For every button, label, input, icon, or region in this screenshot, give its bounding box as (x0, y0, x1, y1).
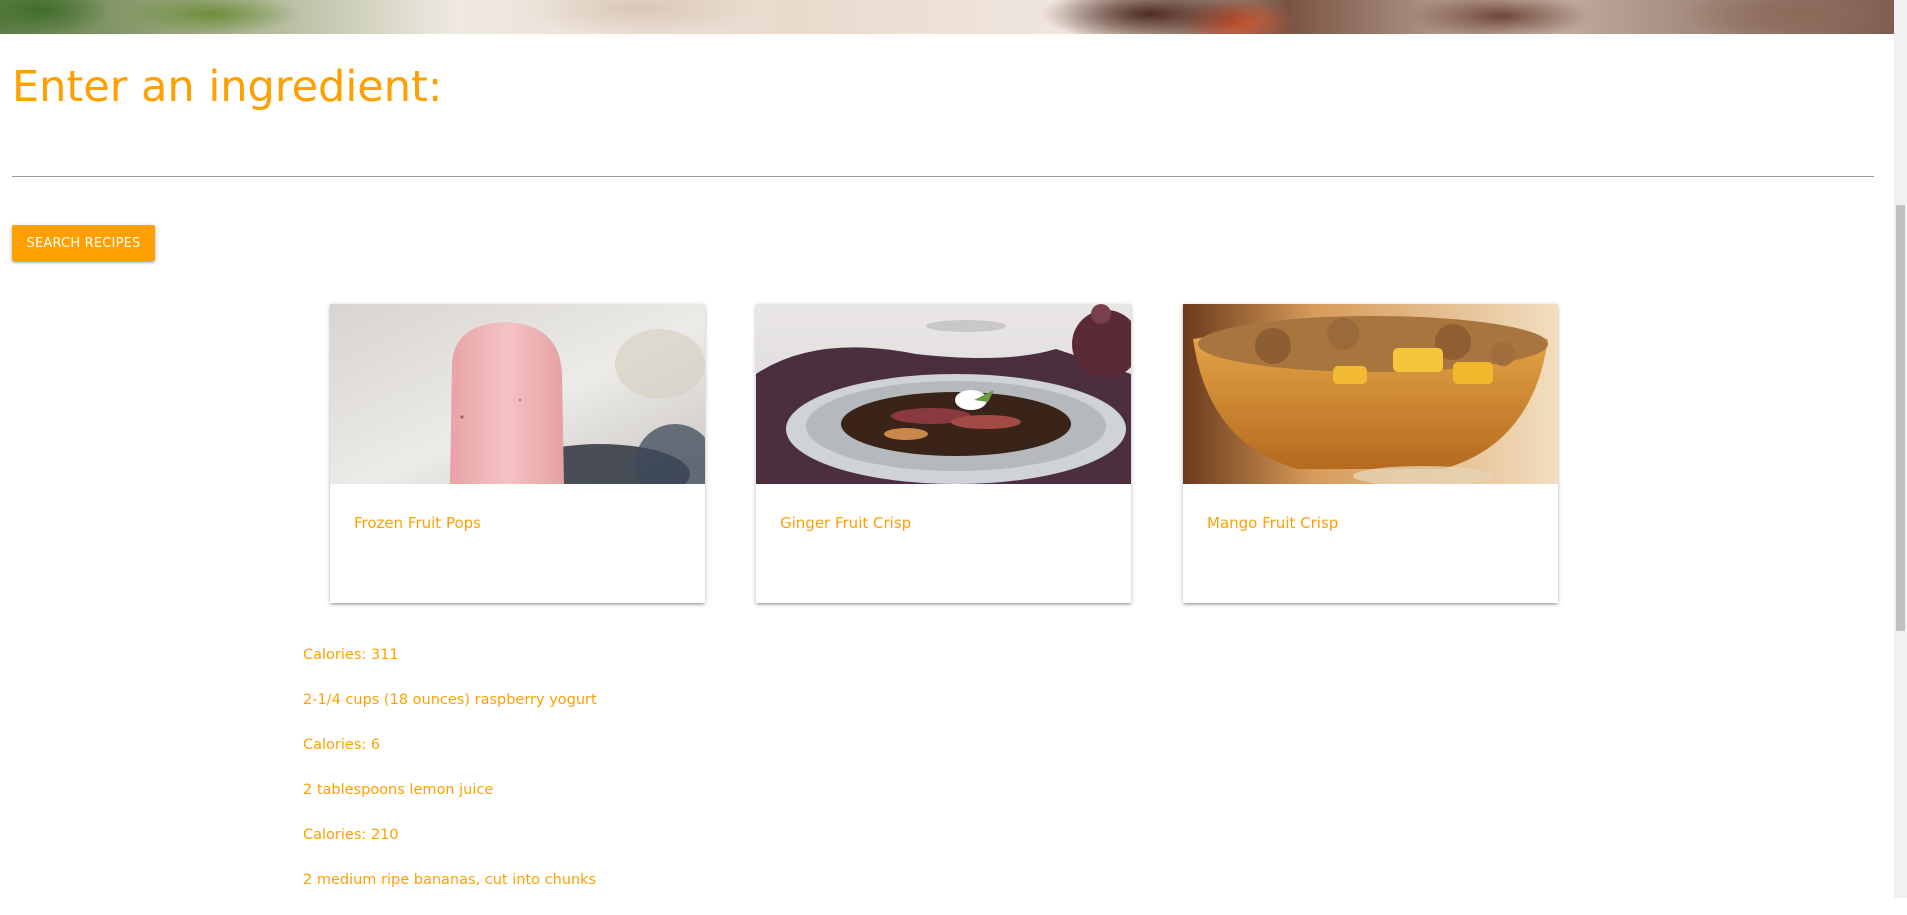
recipe-details-list: Calories: 311 2-1/4 cups (18 ounces) ras… (303, 645, 597, 915)
recipe-image (756, 304, 1131, 484)
ingredient-input[interactable] (12, 140, 1874, 177)
vertical-scrollbar[interactable] (1894, 0, 1907, 898)
calories-text: Calories: 210 (303, 827, 399, 843)
ingredient-text: 2 medium ripe bananas, cut into chunks (303, 872, 597, 888)
recipe-title[interactable]: Mango Fruit Crisp (1207, 514, 1338, 532)
ingredient-text: 2-1/4 cups (18 ounces) raspberry yogurt (303, 692, 597, 708)
recipe-title[interactable]: Frozen Fruit Pops (354, 514, 481, 532)
recipe-image (330, 304, 705, 484)
calories-text: Calories: 6 (303, 737, 381, 753)
recipe-card-frozen-fruit-pops[interactable]: Frozen Fruit Pops (330, 304, 705, 603)
recipe-image (1183, 304, 1558, 484)
ingredient-text: 2 tablespoons lemon juice (303, 782, 494, 798)
page-title: Enter an ingredient: (12, 62, 443, 112)
search-recipes-button[interactable]: SEARCH RECIPES (12, 225, 155, 261)
recipe-card-ginger-fruit-crisp[interactable]: Ginger Fruit Crisp (756, 304, 1131, 603)
scrollbar-thumb[interactable] (1896, 205, 1905, 631)
recipe-title[interactable]: Ginger Fruit Crisp (780, 514, 911, 532)
recipe-card-mango-fruit-crisp[interactable]: Mango Fruit Crisp (1183, 304, 1558, 603)
calories-text: Calories: 311 (303, 647, 399, 663)
hero-banner-image (0, 0, 1894, 34)
